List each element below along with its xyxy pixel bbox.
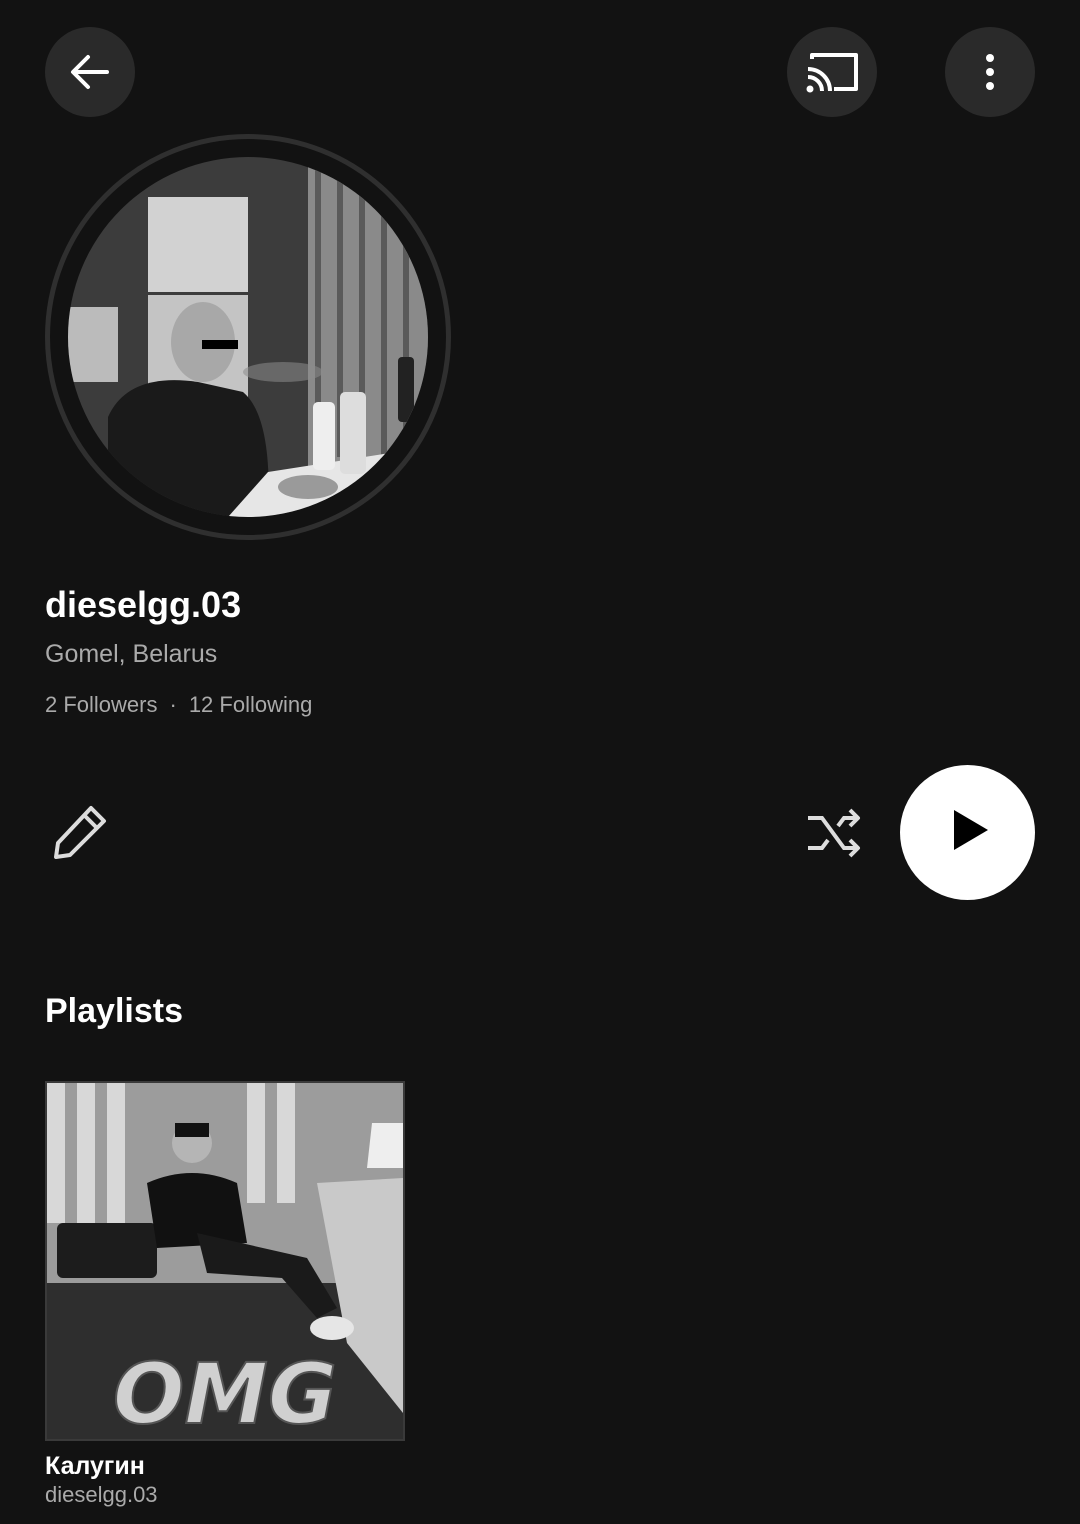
arrow-left-icon [65,47,115,97]
cast-icon [802,47,862,97]
back-button[interactable] [45,27,135,117]
more-options-button[interactable] [945,27,1035,117]
profile-location: Gomel, Belarus [45,640,218,668]
cover-text: OMG [113,1345,337,1439]
playlist-card[interactable]: OMG Калугин dieselgg.03 [45,1081,405,1509]
playlist-cover: OMG [45,1081,405,1441]
shuffle-button[interactable] [800,800,868,868]
cast-button[interactable] [787,27,877,117]
avatar-photo [68,157,428,517]
more-vertical-icon [980,47,1000,97]
following-link[interactable]: 12 Following [189,692,313,717]
play-icon [942,804,994,861]
playlists-section-title: Playlists [45,992,183,1030]
play-button[interactable] [900,765,1035,900]
followers-link[interactable]: 2 Followers [45,692,157,717]
profile-stats: 2 Followers · 12 Following [45,692,312,718]
playlist-cover-art: OMG [47,1083,403,1439]
playlist-title: Калугин [45,1452,145,1480]
shuffle-icon [800,808,868,872]
profile-name: dieselgg.03 [45,584,242,625]
profile-avatar[interactable] [68,157,428,517]
playlist-subtitle: dieselgg.03 [45,1482,158,1507]
edit-profile-button[interactable] [48,800,112,864]
pencil-icon [48,806,112,868]
stats-separator: · [169,692,177,717]
